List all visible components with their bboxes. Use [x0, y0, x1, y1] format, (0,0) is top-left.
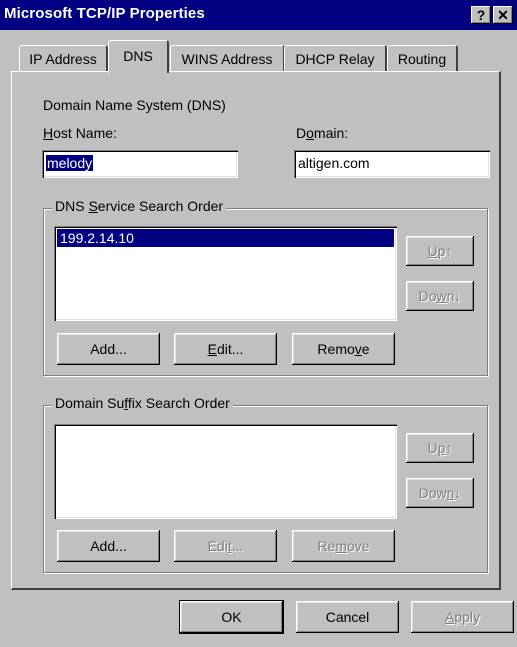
suffix-edit-button[interactable]: Edit... — [174, 530, 277, 562]
host-name-label: Host Name: — [43, 125, 117, 141]
dns-add-button[interactable]: Add... — [57, 333, 160, 365]
host-name-field[interactable]: melody — [42, 150, 238, 178]
close-icon: ✕ — [497, 7, 509, 23]
tab-routing[interactable]: Routing — [387, 45, 458, 72]
dns-down-button[interactable]: Down↓ — [406, 281, 474, 311]
suffix-remove-button[interactable]: Remove — [292, 530, 395, 562]
apply-button[interactable]: Apply — [411, 601, 514, 633]
tab-dhcp-relay[interactable]: DHCP Relay — [284, 45, 387, 72]
domain-field[interactable]: altigen.com — [294, 150, 490, 178]
question-mark-icon: ? — [476, 7, 486, 23]
dns-up-button[interactable]: Up↑ — [406, 236, 474, 266]
dns-service-list[interactable]: 199.2.14.10 — [54, 226, 397, 321]
suffix-up-button[interactable]: Up↑ — [406, 433, 474, 463]
suffix-down-button[interactable]: Down↓ — [406, 478, 474, 508]
title-bar: Microsoft TCP/IP Properties ? ✕ — [0, 0, 517, 30]
domain-suffix-group-label: Domain Suffix Search Order — [52, 395, 233, 411]
cancel-button[interactable]: Cancel — [296, 601, 399, 633]
close-button[interactable]: ✕ — [493, 6, 513, 24]
help-button[interactable]: ? — [471, 6, 491, 24]
suffix-add-button[interactable]: Add... — [57, 530, 160, 562]
dns-section-title: Domain Name System (DNS) — [43, 97, 226, 113]
tcpip-properties-dialog: Microsoft TCP/IP Properties ? ✕ IP Addre… — [0, 0, 517, 647]
ok-button[interactable]: OK — [179, 600, 284, 634]
window-title: Microsoft TCP/IP Properties — [4, 5, 205, 22]
dns-service-group-label: DNS Service Search Order — [52, 198, 227, 214]
tab-ip-address[interactable]: IP Address — [19, 45, 108, 72]
list-item[interactable]: 199.2.14.10 — [57, 229, 394, 247]
host-name-value: melody — [46, 155, 94, 171]
domain-value: altigen.com — [298, 155, 370, 171]
dns-edit-button[interactable]: Edit... — [174, 333, 277, 365]
tab-wins-address[interactable]: WINS Address — [170, 45, 285, 72]
tab-dns[interactable]: DNS — [108, 40, 169, 73]
domain-label: Domain: — [296, 125, 349, 141]
dns-remove-button[interactable]: Remove — [292, 333, 395, 365]
domain-suffix-list[interactable] — [54, 424, 397, 519]
